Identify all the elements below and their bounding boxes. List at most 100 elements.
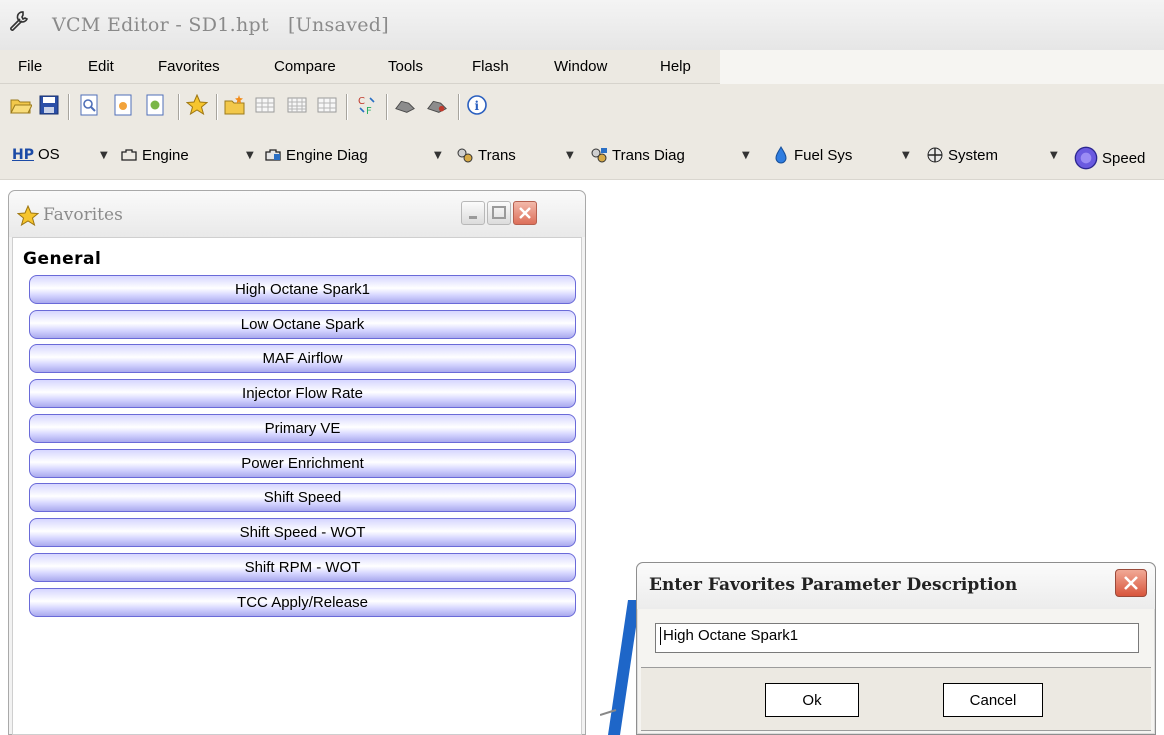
trans-diag-menu[interactable]: Trans Diag bbox=[590, 146, 685, 164]
minimize-icon bbox=[469, 216, 477, 219]
trans-diag-icon bbox=[591, 148, 607, 163]
trans-label: Trans bbox=[478, 146, 516, 164]
os-menu[interactable]: HP OS bbox=[12, 146, 60, 163]
menu-tools[interactable]: Tools bbox=[388, 58, 423, 75]
menu-file[interactable]: File bbox=[18, 58, 42, 75]
svg-text:F: F bbox=[366, 106, 372, 116]
write-vehicle-icon[interactable] bbox=[426, 94, 448, 116]
engine-label: Engine bbox=[142, 146, 189, 164]
category-toolbar: HP OS ▼ Engine ▼ Engine Diag ▼ Trans ▼ T… bbox=[0, 132, 1164, 180]
text-cursor bbox=[660, 627, 661, 646]
read-vehicle-icon[interactable] bbox=[394, 94, 416, 116]
favorites-titlebar[interactable]: Favorites bbox=[9, 191, 585, 237]
dialog-close-button[interactable] bbox=[1115, 569, 1147, 597]
fuel-drop-icon bbox=[775, 146, 787, 164]
dialog-button-bar: Ok Cancel bbox=[641, 667, 1151, 731]
dialog-title: Enter Favorites Parameter Description bbox=[649, 575, 1018, 595]
dialog-titlebar[interactable]: Enter Favorites Parameter Description bbox=[637, 563, 1155, 609]
os-dropdown-arrow-icon[interactable]: ▼ bbox=[100, 150, 108, 161]
os-label: OS bbox=[37, 146, 60, 163]
cancel-button[interactable]: Cancel bbox=[943, 683, 1043, 717]
speed-menu[interactable]: Speed bbox=[1074, 146, 1145, 170]
system-icon bbox=[927, 147, 943, 163]
engine-dropdown-arrow-icon[interactable]: ▼ bbox=[246, 150, 254, 161]
menu-window[interactable]: Window bbox=[554, 58, 607, 75]
favorite-item[interactable]: Shift Speed - WOT bbox=[29, 518, 576, 547]
close-button[interactable] bbox=[513, 201, 537, 225]
toolbar-separator bbox=[346, 94, 347, 120]
svg-text:C: C bbox=[358, 96, 365, 107]
menu-flash[interactable]: Flash bbox=[472, 58, 509, 75]
favorite-item[interactable]: Low Octane Spark bbox=[29, 310, 576, 339]
main-toolbar: CF i bbox=[0, 84, 1164, 132]
favorite-item[interactable]: Injector Flow Rate bbox=[29, 379, 576, 408]
system-dropdown-arrow-icon[interactable]: ▼ bbox=[1050, 150, 1058, 161]
favorites-panel: Favorites General High Octane Spark1 Low… bbox=[8, 190, 586, 735]
engine-menu[interactable]: Engine bbox=[120, 146, 189, 164]
menu-edit[interactable]: Edit bbox=[88, 58, 114, 75]
svg-text:i: i bbox=[475, 99, 480, 113]
trans-diag-label: Trans Diag bbox=[612, 146, 685, 164]
fuel-sys-menu[interactable]: Fuel Sys bbox=[772, 146, 852, 164]
ok-button[interactable]: Ok bbox=[765, 683, 859, 717]
speed-label: Speed bbox=[1102, 149, 1146, 167]
table-grid-icon[interactable] bbox=[286, 94, 308, 116]
menu-bar: File Edit Favorites Compare Tools Flash … bbox=[0, 50, 1164, 84]
favorite-item[interactable]: Shift Speed bbox=[29, 483, 576, 512]
fuel-sys-dropdown-arrow-icon[interactable]: ▼ bbox=[902, 150, 910, 161]
trans-menu[interactable]: Trans bbox=[456, 146, 516, 164]
maximize-icon bbox=[492, 206, 506, 219]
favorites-group-header: General bbox=[23, 249, 102, 269]
hp-logo-icon: HP bbox=[12, 146, 34, 163]
favorites-star-icon[interactable] bbox=[186, 94, 208, 116]
trans-diag-dropdown-arrow-icon[interactable]: ▼ bbox=[742, 150, 750, 161]
engine-diag-dropdown-arrow-icon[interactable]: ▼ bbox=[434, 150, 442, 161]
new-folder-icon[interactable] bbox=[224, 94, 246, 116]
engine-icon bbox=[121, 149, 137, 161]
minimize-button[interactable] bbox=[461, 201, 485, 225]
description-input[interactable]: High Octane Spark1 bbox=[655, 623, 1139, 653]
maximize-button[interactable] bbox=[487, 201, 511, 225]
toolbar-separator bbox=[216, 94, 217, 120]
info-icon[interactable]: i bbox=[466, 94, 488, 116]
engine-diag-icon bbox=[265, 149, 281, 161]
speedo-icon bbox=[1074, 146, 1098, 170]
toolbar-separator bbox=[68, 94, 69, 120]
favorites-description-dialog: Enter Favorites Parameter Description Hi… bbox=[636, 562, 1156, 735]
trans-dropdown-arrow-icon[interactable]: ▼ bbox=[566, 150, 574, 161]
system-menu[interactable]: System bbox=[926, 146, 998, 164]
toolbar-separator bbox=[458, 94, 459, 120]
table-icon[interactable] bbox=[254, 94, 276, 116]
toolbar-separator bbox=[386, 94, 387, 120]
document-edit-icon[interactable] bbox=[144, 94, 166, 116]
favorites-star-icon bbox=[17, 205, 39, 227]
favorite-item[interactable]: High Octane Spark1 bbox=[29, 275, 576, 304]
menu-compare[interactable]: Compare bbox=[274, 58, 336, 75]
open-folder-icon[interactable] bbox=[10, 94, 32, 116]
window-title: VCM Editor - SD1.hpt [Unsaved] bbox=[52, 14, 389, 36]
document-icon[interactable] bbox=[112, 94, 134, 116]
fuel-sys-label: Fuel Sys bbox=[794, 146, 853, 164]
preview-icon[interactable] bbox=[78, 94, 100, 116]
wrench-icon bbox=[10, 11, 29, 31]
description-input-value: High Octane Spark1 bbox=[663, 627, 799, 644]
favorite-item[interactable]: Shift RPM - WOT bbox=[29, 553, 576, 582]
favorite-item[interactable]: MAF Airflow bbox=[29, 344, 576, 373]
menu-favorites[interactable]: Favorites bbox=[158, 58, 220, 75]
table-data-icon[interactable] bbox=[316, 94, 338, 116]
close-icon bbox=[1124, 576, 1138, 590]
engine-diag-label: Engine Diag bbox=[286, 146, 368, 164]
menu-help[interactable]: Help bbox=[660, 58, 691, 75]
trans-gears-icon bbox=[457, 148, 473, 163]
favorite-item[interactable]: TCC Apply/Release bbox=[29, 588, 576, 617]
engine-diag-menu[interactable]: Engine Diag bbox=[264, 146, 368, 164]
favorites-title: Favorites bbox=[43, 205, 123, 225]
toolbar-separator bbox=[178, 94, 179, 120]
favorite-item[interactable]: Primary VE bbox=[29, 414, 576, 443]
menu-bar-filler bbox=[720, 50, 1164, 84]
system-label: System bbox=[948, 146, 999, 164]
compare-icon[interactable]: CF bbox=[356, 94, 378, 116]
close-icon bbox=[519, 207, 531, 219]
favorite-item[interactable]: Power Enrichment bbox=[29, 449, 576, 478]
save-icon[interactable] bbox=[38, 94, 60, 116]
